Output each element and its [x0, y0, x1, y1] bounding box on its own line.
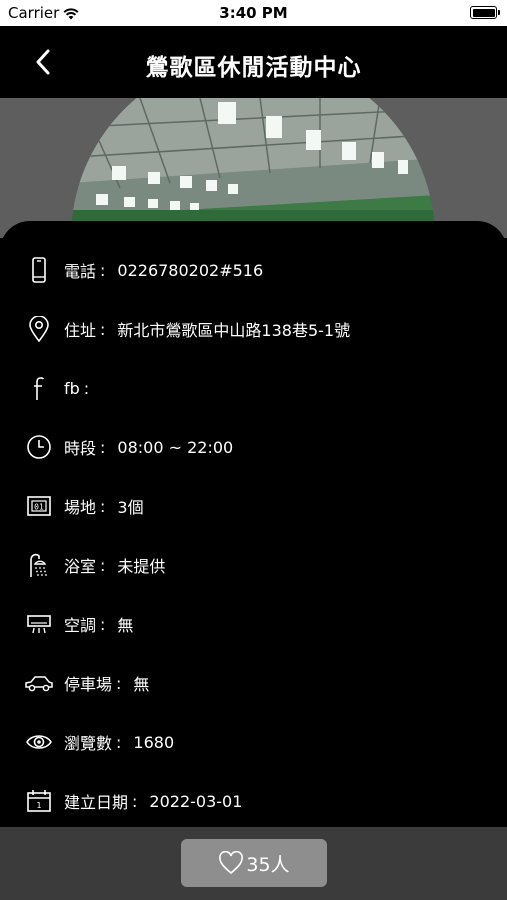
air-conditioner-icon [24, 609, 54, 639]
shower-icon [24, 550, 54, 580]
info-value: 08:00 ~ 22:00 [117, 437, 234, 457]
status-bar: Carrier 3:40 PM [0, 0, 507, 26]
info-value: 2022-03-01 [149, 791, 243, 811]
info-value: 新北市鶯歌區中山路138巷5-1號 [117, 321, 351, 340]
info-row-views[interactable]: 瀏覽數 : 1680 [24, 722, 497, 762]
bottom-bar: 35人 [0, 827, 507, 900]
info-label: fb [64, 378, 80, 398]
like-button[interactable]: 35人 [181, 839, 327, 887]
eye-icon [24, 727, 54, 757]
info-label: 瀏覽數 [64, 734, 113, 753]
info-label: 住址 [64, 321, 97, 340]
info-value: 0226780202#516 [117, 260, 264, 280]
info-row-shower[interactable]: 浴室 : 未提供 [24, 545, 497, 585]
car-icon [24, 668, 54, 698]
info-value: 未提供 [117, 557, 166, 576]
location-pin-icon [24, 314, 54, 344]
info-label: 建立日期 [64, 793, 129, 812]
info-label: 場地 [64, 498, 97, 517]
info-label: 空調 [64, 616, 97, 635]
phone-icon [24, 255, 54, 285]
info-row-created-date[interactable]: 1 建立日期 : 2022-03-01 [24, 781, 497, 821]
info-row-parking[interactable]: 停車場 : 無 [24, 663, 497, 703]
svg-text:01: 01 [34, 503, 44, 512]
court-icon: 01 [24, 491, 54, 521]
info-row-courts[interactable]: 01 場地 : 3個 [24, 486, 497, 526]
status-time: 3:40 PM [219, 4, 288, 22]
info-value: 無 [133, 675, 150, 694]
navigation-bar: 鶯歌區休閒活動中心 [0, 26, 507, 98]
info-row-phone[interactable]: 電話 : 0226780202#516 [24, 250, 497, 290]
info-label: 電話 [64, 262, 97, 281]
svg-text:1: 1 [36, 801, 41, 810]
like-count-label: 35人 [246, 853, 290, 876]
heart-icon [219, 851, 244, 875]
info-value: 1680 [133, 732, 175, 752]
info-value: 3個 [117, 498, 144, 517]
info-label: 浴室 [64, 557, 97, 576]
info-row-facebook[interactable]: fb : [24, 368, 497, 408]
page-title: 鶯歌區休閒活動中心 [145, 55, 362, 81]
info-label: 時段 [64, 439, 97, 458]
clock-icon [24, 432, 54, 462]
info-row-air-conditioning[interactable]: 空調 : 無 [24, 604, 497, 644]
battery-icon [470, 6, 500, 19]
venue-photo [0, 98, 507, 238]
info-label: 停車場 [64, 675, 113, 694]
facebook-icon [24, 373, 54, 403]
info-row-hours[interactable]: 時段 : 08:00 ~ 22:00 [24, 427, 497, 467]
venue-info-card: 電話 : 0226780202#516 住址 : 新北市鶯歌區中山路138巷5-… [0, 221, 507, 827]
calendar-icon: 1 [24, 786, 54, 816]
info-row-address[interactable]: 住址 : 新北市鶯歌區中山路138巷5-1號 [24, 309, 497, 349]
info-value: 無 [117, 616, 134, 635]
